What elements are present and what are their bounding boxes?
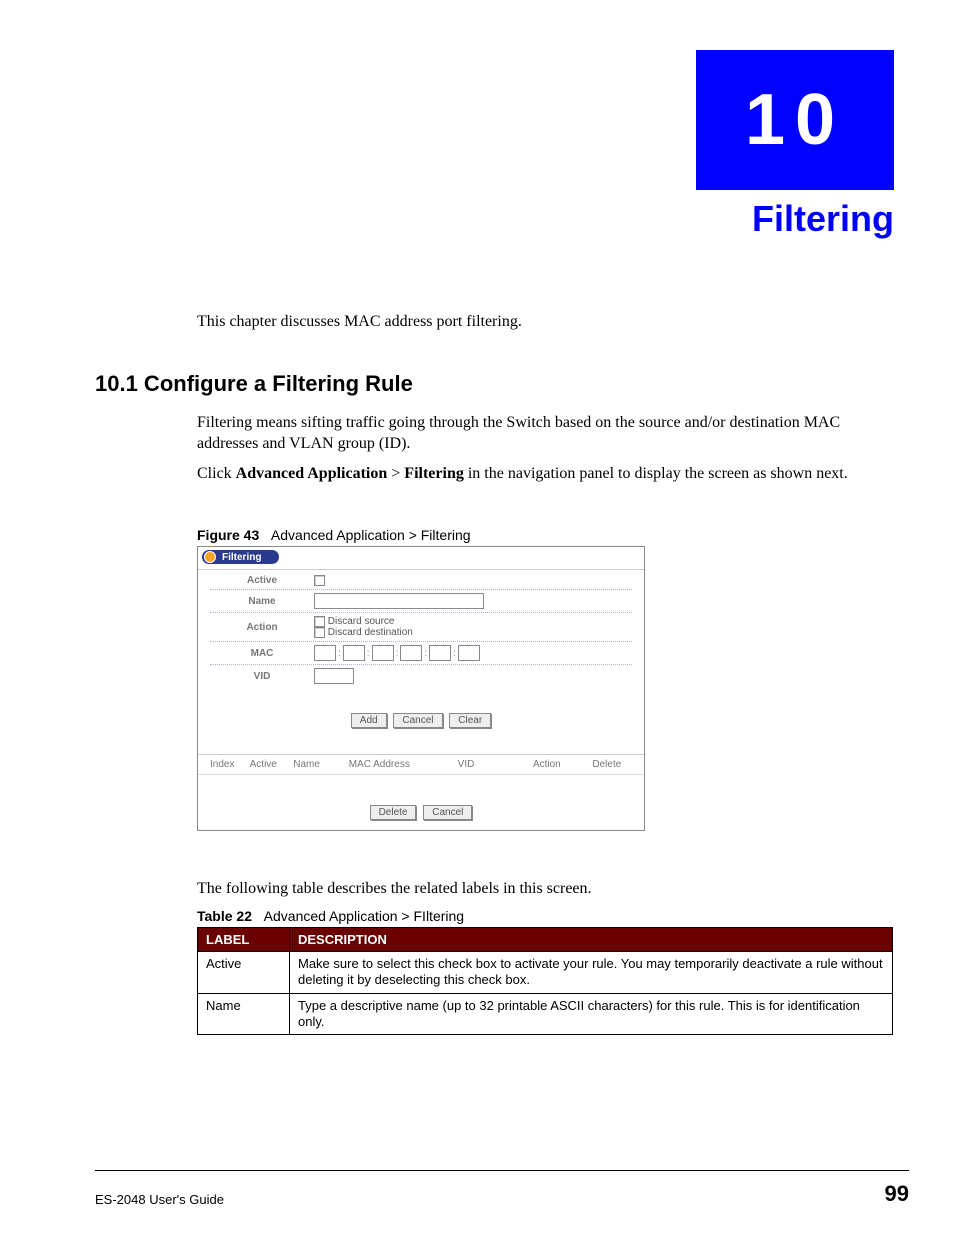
body2-post: in the navigation panel to display the s… — [464, 465, 848, 482]
discard-destination-checkbox[interactable] — [314, 627, 325, 638]
screenshot-title: Filtering — [222, 552, 261, 563]
row-name: Name — [210, 590, 632, 613]
footer-guide: ES-2048 User's Guide — [95, 1192, 224, 1207]
chapter-number: 10 — [745, 79, 845, 161]
section-body-1: Filtering means sifting traffic going th… — [197, 413, 894, 455]
th-delete: Delete — [592, 759, 632, 770]
body2-bold2: Filtering — [404, 465, 464, 482]
button-row-1: Add Cancel Clear — [198, 693, 644, 755]
body2-pre: Click — [197, 465, 236, 482]
screenshot-titlebar: Filtering — [198, 547, 644, 570]
table-row: Name Type a descriptive name (up to 32 p… — [198, 993, 893, 1035]
mac-octet-1[interactable] — [314, 645, 336, 661]
pill-dot-icon — [204, 551, 216, 563]
cancel-button-1[interactable]: Cancel — [393, 713, 442, 728]
mac-octet-5[interactable] — [429, 645, 451, 661]
section-heading: 10.1 Configure a Filtering Rule — [95, 371, 413, 397]
mac-octet-2[interactable] — [343, 645, 365, 661]
screenshot-title-pill: Filtering — [202, 550, 279, 564]
vid-input[interactable] — [314, 668, 354, 684]
cancel-button-2[interactable]: Cancel — [423, 805, 472, 820]
row-active: Active — [210, 572, 632, 590]
footer-page-number: 99 — [885, 1181, 909, 1207]
discard-source-label: Discard source — [328, 616, 395, 627]
th-mac: MAC Address — [349, 759, 458, 770]
label-vid: VID — [210, 671, 314, 682]
table-row: Active Make sure to select this check bo… — [198, 952, 893, 994]
intro-paragraph: This chapter discusses MAC address port … — [197, 313, 522, 331]
th-name: Name — [293, 759, 348, 770]
th-active: Active — [250, 759, 294, 770]
th-action: Action — [533, 759, 592, 770]
th-index: Index — [210, 759, 250, 770]
desc-th-label: LABEL — [198, 928, 290, 952]
label-mac: MAC — [210, 648, 314, 659]
description-table: LABEL DESCRIPTION Active Make sure to se… — [197, 927, 893, 1035]
mac-octet-6[interactable] — [458, 645, 480, 661]
active-checkbox[interactable] — [314, 575, 325, 586]
chapter-number-box: 10 — [696, 50, 894, 190]
mac-octet-3[interactable] — [372, 645, 394, 661]
body2-bold1: Advanced Application — [236, 465, 388, 482]
clear-button[interactable]: Clear — [449, 713, 491, 728]
table-title: Advanced Application > FIltering — [264, 908, 464, 924]
th-vid: VID — [458, 759, 533, 770]
row-mac: MAC : : : : : — [210, 642, 632, 665]
figure-label: Figure 43 — [197, 527, 259, 543]
figure-title: Advanced Application > Filtering — [271, 527, 471, 543]
delete-button[interactable]: Delete — [370, 805, 417, 820]
mac-octet-4[interactable] — [400, 645, 422, 661]
filtering-screenshot: Filtering Active Name Action Discard sou… — [197, 546, 645, 831]
body2-mid: > — [387, 465, 404, 482]
table-caption: Table 22 Advanced Application > FIlterin… — [197, 908, 464, 924]
label-action: Action — [210, 622, 314, 633]
chapter-title: Filtering — [752, 198, 894, 240]
discard-destination-label: Discard destination — [328, 627, 413, 638]
row-vid: VID — [210, 665, 632, 687]
post-figure-paragraph: The following table describes the relate… — [197, 880, 894, 898]
cell-desc: Type a descriptive name (up to 32 printa… — [290, 993, 893, 1035]
section-body-2: Click Advanced Application > Filtering i… — [197, 464, 894, 485]
figure-caption: Figure 43 Advanced Application > Filteri… — [197, 527, 471, 543]
label-active: Active — [210, 575, 314, 586]
button-row-2: Delete Cancel — [198, 775, 644, 830]
row-action: Action Discard source Discard destinatio… — [210, 613, 632, 642]
cell-label: Name — [198, 993, 290, 1035]
cell-desc: Make sure to select this check box to ac… — [290, 952, 893, 994]
cell-label: Active — [198, 952, 290, 994]
page-footer: ES-2048 User's Guide 99 — [95, 1170, 909, 1207]
table-label: Table 22 — [197, 908, 252, 924]
desc-th-description: DESCRIPTION — [290, 928, 893, 952]
name-input[interactable] — [314, 593, 484, 609]
discard-source-checkbox[interactable] — [314, 616, 325, 627]
label-name: Name — [210, 596, 314, 607]
add-button[interactable]: Add — [351, 713, 387, 728]
rules-table-header: Index Active Name MAC Address VID Action… — [198, 755, 644, 775]
